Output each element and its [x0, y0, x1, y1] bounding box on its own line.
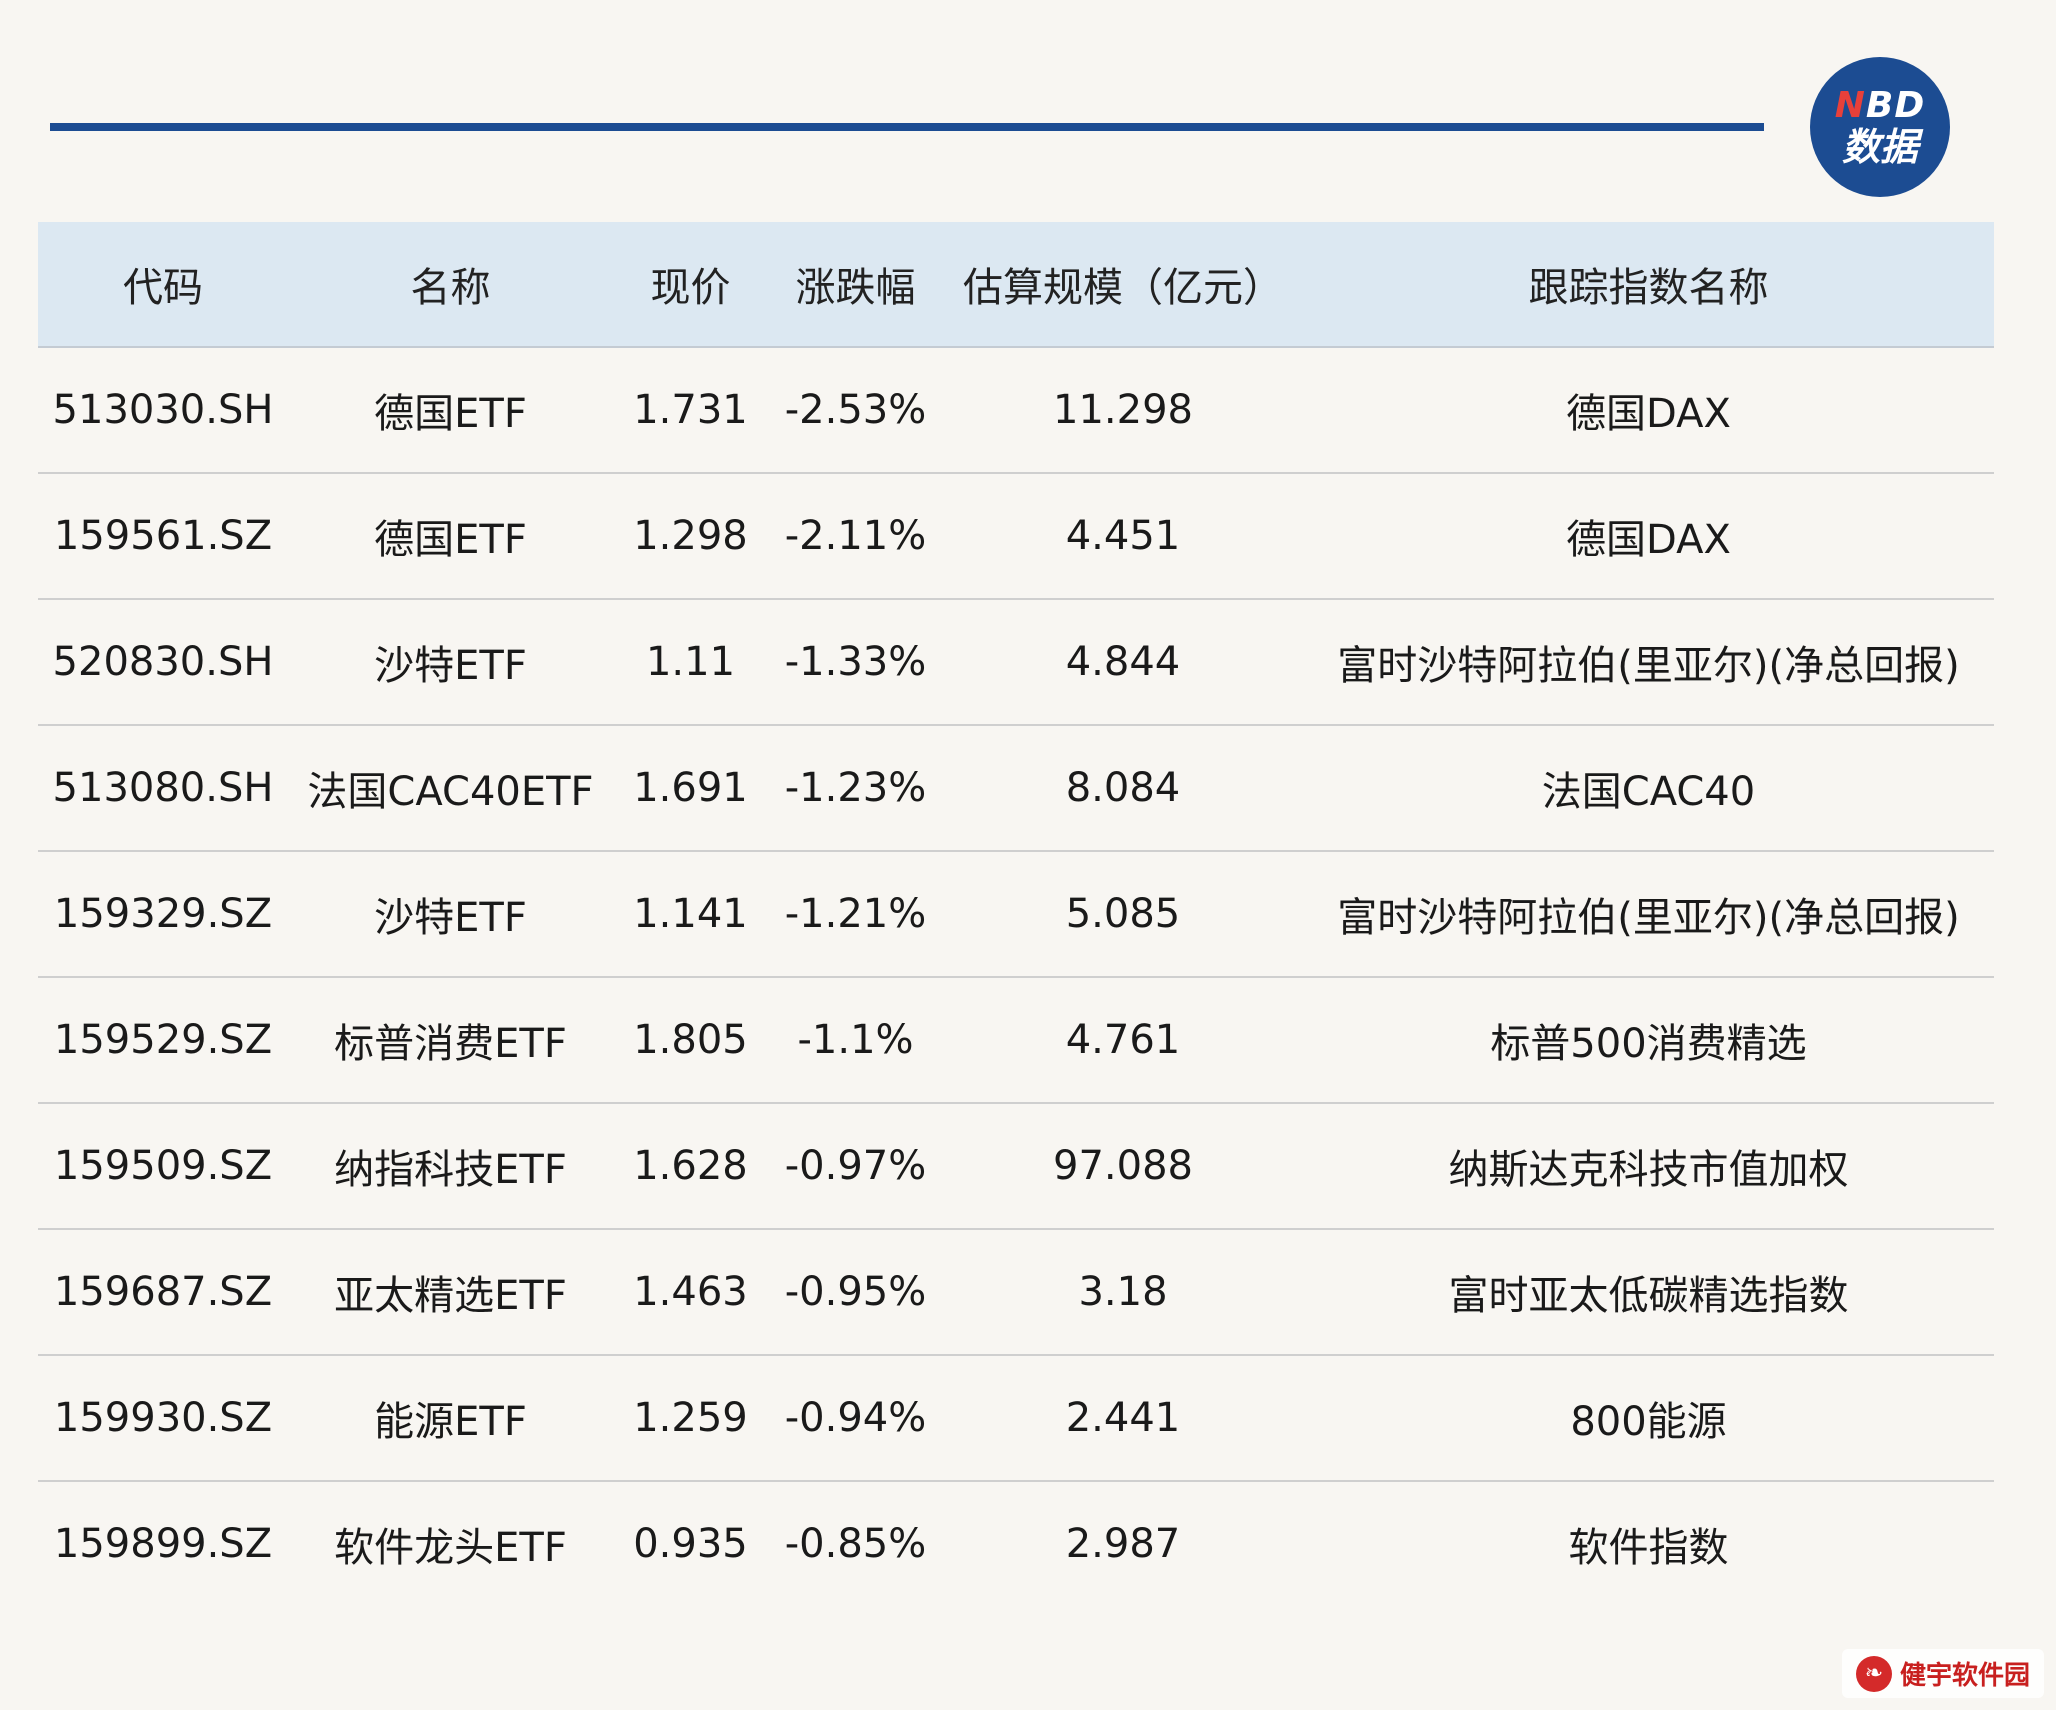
cell-name: 德国ETF: [288, 347, 613, 474]
cell-name: 能源ETF: [288, 1355, 613, 1482]
cell-scale: 97.088: [943, 1103, 1303, 1230]
cell-code: 159561.SZ: [38, 473, 288, 600]
cell-price: 1.298: [613, 473, 768, 600]
cell-name: 软件龙头ETF: [334, 1525, 567, 1571]
cell-name: 纳指科技ETF: [288, 1103, 613, 1230]
cell-code: 159687.SZ: [38, 1229, 288, 1356]
cell-index: 德国DAX: [1303, 473, 1994, 600]
cell-index: 富时亚太低碳精选指数: [1303, 1229, 1994, 1356]
cell-index: 德国DAX: [1303, 347, 1994, 474]
cell-scale: 4.761: [943, 977, 1303, 1104]
cell-change: -1.1%: [768, 977, 943, 1104]
cell-scale: 4.451: [943, 473, 1303, 600]
table-row: 513030.SH 德国ETF 1.731 -2.53% 11.298 德国DAX: [38, 347, 1994, 474]
table-row: 159687.SZ 亚太精选ETF 1.463 -0.95% 3.18 富时亚太低碳精选指…: [38, 1229, 1994, 1356]
site-watermark: ❧ 健宇软件园: [1841, 1649, 2044, 1698]
cell-index: 标普500消费精选: [1303, 977, 1994, 1104]
cell-scale: 8.084: [943, 725, 1303, 852]
cell-index: 富时沙特阿拉伯(里亚尔)(净总回报): [1303, 851, 1994, 978]
cell-code: 513080.SH: [38, 725, 288, 852]
header-index: 跟踪指数名称: [1303, 222, 1994, 348]
header-price: 现价: [613, 222, 768, 348]
cell-name: 沙特ETF: [288, 599, 613, 726]
cell-scale: 4.844: [943, 599, 1303, 726]
cell-index: 富时沙特阿拉伯(里亚尔)(净总回报): [1303, 599, 1994, 726]
cell-price: 1.805: [613, 977, 768, 1104]
cell-name: 亚太精选ETF: [288, 1229, 613, 1356]
cell-scale: 2.441: [943, 1355, 1303, 1482]
header-change: 涨跌幅: [768, 222, 943, 348]
cell-price: 1.259: [613, 1355, 768, 1482]
header-scale: 估算规模（亿元）: [943, 222, 1303, 348]
cell-code: 159329.SZ: [38, 851, 288, 978]
table-header-row: 代码 名称 现价 涨跌幅 估算规模（亿元） 跟踪指数名称: [38, 222, 1994, 348]
flame-icon: ❧: [1855, 1655, 1892, 1692]
cell-price: 1.691: [613, 725, 768, 852]
cell-name: 标普消费ETF: [288, 977, 613, 1104]
cell-change: -2.53%: [768, 347, 943, 474]
cell-name: 法国CAC40ETF: [288, 725, 613, 852]
cell-code: 520830.SH: [38, 599, 288, 726]
cell-price: 1.141: [613, 851, 768, 978]
header-code: 代码: [38, 222, 288, 348]
cell-change: -0.95%: [768, 1229, 943, 1356]
cell-change: -1.33%: [768, 599, 943, 726]
cell-change: -0.97%: [768, 1103, 943, 1230]
table-row: 520830.SH 沙特ETF 1.11 -1.33% 4.844 富时沙特阿拉伯(里亚尔…: [38, 599, 1994, 726]
cell-scale: 5.085: [943, 851, 1303, 978]
cell-change: -2.11%: [768, 473, 943, 600]
table-row: 159930.SZ 能源ETF 1.259 -0.94% 2.441 800能源: [38, 1355, 1994, 1482]
cell-scale: 3.18: [943, 1229, 1303, 1356]
cell-price: 1.463: [613, 1229, 768, 1356]
etf-table: 代码 名称 现价 涨跌幅 估算规模（亿元） 跟踪指数名称 513030.SH 德国…: [38, 222, 1994, 1606]
cell-code: 159509.SZ: [38, 1103, 288, 1230]
cell-code: 159899.SZ: [53, 1521, 273, 1567]
table-row: 159509.SZ 纳指科技ETF 1.628 -0.97% 97.088 纳斯达克科技市…: [38, 1103, 1994, 1230]
cell-index: 纳斯达克科技市值加权: [1303, 1103, 1994, 1230]
cell-index: 软件指数: [1568, 1525, 1729, 1571]
cell-price: 1.11: [613, 599, 768, 726]
cell-change: -1.23%: [768, 725, 943, 852]
nbd-data-logo: NBD 数据: [1810, 57, 1950, 197]
header-name: 名称: [288, 222, 613, 348]
cell-code: 159529.SZ: [38, 977, 288, 1104]
table-row: 159561.SZ 德国ETF 1.298 -2.11% 4.451 德国DAX: [38, 473, 1994, 600]
cell-price: 0.935: [633, 1521, 748, 1567]
cell-price: 1.628: [613, 1103, 768, 1230]
table-row: 159529.SZ 标普消费ETF 1.805 -1.1% 4.761 标普500消费精选: [38, 977, 1994, 1104]
table-row: 159899.SZ 软件龙头ETF 0.935 -0.85% 2.987 软件指数: [38, 1481, 1994, 1606]
table-row: 513080.SH 法国CAC40ETF 1.691 -1.23% 8.084 法国CAC…: [38, 725, 1994, 852]
cell-index: 法国CAC40: [1303, 725, 1994, 852]
table-row: 159329.SZ 沙特ETF 1.141 -1.21% 5.085 富时沙特阿拉伯(里亚…: [38, 851, 1994, 978]
cell-scale: 2.987: [1065, 1521, 1181, 1567]
cell-price: 1.731: [613, 347, 768, 474]
cell-change: -0.85%: [784, 1521, 927, 1567]
cell-code: 159930.SZ: [38, 1355, 288, 1482]
cell-index: 800能源: [1303, 1355, 1994, 1482]
header-rule: [50, 123, 1764, 131]
cell-code: 513030.SH: [38, 347, 288, 474]
cell-scale: 11.298: [943, 347, 1303, 474]
cell-change: -0.94%: [768, 1355, 943, 1482]
cell-name: 德国ETF: [288, 473, 613, 600]
cell-name: 沙特ETF: [288, 851, 613, 978]
cell-change: -1.21%: [768, 851, 943, 978]
